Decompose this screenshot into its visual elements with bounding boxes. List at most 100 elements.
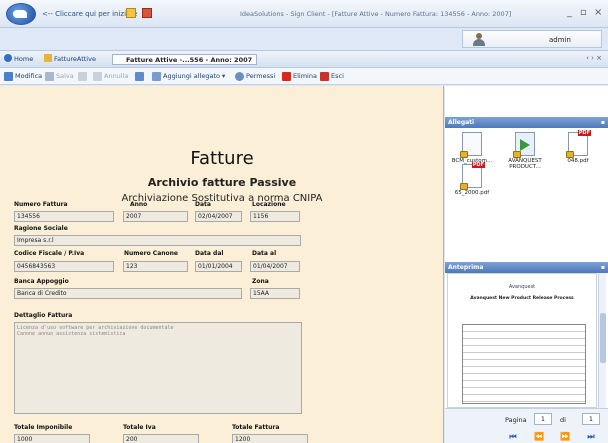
annulla-button[interactable]: Annulla (93, 71, 128, 82)
allegati-header: Allegati ▪ (445, 117, 608, 128)
start-link[interactable]: <-- Cliccare qui per iniziare (42, 10, 137, 18)
app-logo[interactable] (6, 3, 36, 25)
page-input[interactable]: 1 (534, 413, 552, 425)
pager: Pagina 1 di 1 ⏮ ⏪ ⏩ ⏭ (445, 408, 608, 443)
preview-title: Avanquest New Product Release Process (470, 296, 574, 301)
list-button[interactable] (135, 71, 146, 82)
aggiungi-allegato-button[interactable]: Aggiungi allegato ▾ (152, 71, 225, 82)
salva-label: Salva (56, 72, 74, 80)
pencil-icon (4, 72, 13, 81)
field-totale-imponibile[interactable]: 1000 (14, 434, 90, 443)
esci-label: Esci (331, 72, 344, 80)
label-codice-fiscale: Codice Fiscale / P.Iva (14, 250, 85, 257)
attachment-name: 048.pdf (567, 158, 589, 164)
copy-button[interactable] (78, 71, 89, 82)
field-zona[interactable]: 15AA (250, 288, 300, 299)
doc-subtitle: Archivio fatture Passive (147, 176, 297, 189)
next-page-icon[interactable]: ⏩ (557, 431, 573, 442)
pdf-lock-icon: PDF (566, 130, 591, 158)
field-numero-canone[interactable]: 123 (123, 261, 188, 272)
elimina-button[interactable]: Elimina (282, 71, 317, 82)
label-banca-appoggio: Banca Appoggio (14, 278, 69, 285)
pager-of: di (560, 416, 566, 424)
crumb-fatture-label: FattureAttive (54, 55, 96, 63)
username: admin (549, 36, 571, 44)
field-totale-fattura[interactable]: 1200 (232, 434, 308, 443)
field-codice-fiscale[interactable]: 0456843563 (14, 261, 114, 272)
document-lock-icon (460, 132, 482, 158)
modifica-button[interactable]: Modifica (4, 71, 42, 82)
first-page-icon[interactable]: ⏮ (505, 431, 521, 442)
save-icon (45, 72, 54, 81)
user-icon (473, 33, 485, 46)
right-pane: Allegati ▪ BCM_custom... AVANQUEST PRODU… (445, 86, 608, 443)
tools-icon[interactable] (142, 8, 152, 18)
exit-icon (320, 72, 329, 81)
folder-icon[interactable] (126, 8, 136, 18)
breadcrumb: Home FattureAttive Fatture Attive -...55… (0, 50, 608, 68)
pdf-lock-icon: PDF (460, 162, 485, 190)
field-banca-appoggio[interactable]: Banca di Credito (14, 288, 242, 299)
field-data[interactable]: 02/04/2007 (195, 211, 242, 222)
restore-button[interactable]: ▫ (580, 7, 587, 18)
label-numero-canone: Numero Canone (124, 250, 178, 257)
field-data-dal[interactable]: 01/01/2004 (195, 261, 242, 272)
page-total: 1 (582, 413, 600, 425)
permessi-label: Permessi (246, 72, 276, 80)
crumb-fatture-attive[interactable]: FattureAttive (44, 54, 96, 65)
label-totale-fattura: Totale Fattura (232, 424, 280, 431)
field-locazione[interactable]: 1156 (250, 211, 300, 222)
annulla-label: Annulla (104, 72, 129, 80)
document-preview[interactable]: Avanquest Avanquest New Product Release … (447, 273, 597, 408)
attachment-item[interactable]: BCM_custom... (447, 132, 497, 164)
home-icon (4, 54, 12, 62)
crumb-home-label: Home (14, 55, 34, 63)
undo-icon (93, 72, 102, 81)
permessi-button[interactable]: Permessi (235, 71, 275, 82)
esci-button[interactable]: Esci (320, 71, 344, 82)
field-data-al[interactable]: 01/04/2007 (250, 261, 300, 272)
label-anno: Anno (130, 201, 148, 208)
title-bar: <-- Cliccare qui per iniziare IdeaSoluti… (0, 0, 608, 28)
field-anno[interactable]: 2007 (123, 211, 188, 222)
label-numero-fattura: Numero Fattura (14, 201, 68, 208)
anteprima-title: Anteprima (448, 264, 484, 271)
last-page-icon[interactable]: ⏭ (583, 431, 599, 442)
label-data: Data (195, 201, 211, 208)
attachment-item[interactable]: PDF 048.pdf (553, 130, 603, 164)
tab-nav-arrows[interactable]: ‹ › × (586, 54, 602, 62)
window-title: IdeaSolutions - Sign Client - [Fatture A… (240, 10, 512, 18)
label-locazione: Locazione (252, 201, 286, 208)
folder-icon (44, 54, 52, 62)
minimize-button[interactable]: _ (567, 7, 572, 18)
pin-icon[interactable]: ▪ (601, 262, 605, 273)
anteprima-header: Anteprima ▪ (445, 262, 608, 273)
paperclip-icon (152, 72, 161, 81)
label-data-al: Data al (252, 250, 277, 257)
pager-label: Pagina (505, 416, 527, 424)
aggiungi-allegato-label: Aggiungi allegato (163, 72, 220, 80)
salva-button[interactable]: Salva (45, 71, 74, 82)
modifica-label: Modifica (15, 72, 43, 80)
preview-logo: Avanquest (508, 284, 536, 290)
attachment-item[interactable]: AVANQUEST PRODUCT... (500, 132, 550, 170)
crumb-home[interactable]: Home (4, 54, 33, 65)
field-dettaglio-fattura[interactable]: Licenza d'uso software per archiviazione… (14, 322, 302, 414)
label-dettaglio-fattura: Dettaglio Fattura (14, 312, 73, 319)
list-icon (135, 72, 144, 81)
attachment-item[interactable]: PDF 65_2000.pdf (447, 162, 497, 196)
copy-icon (78, 72, 87, 81)
preview-scrollbar[interactable] (598, 273, 606, 408)
prev-page-icon[interactable]: ⏪ (531, 431, 547, 442)
scroll-thumb[interactable] (600, 313, 606, 363)
allegati-title: Allegati (448, 119, 475, 126)
pin-icon[interactable]: ▪ (601, 117, 605, 128)
arrow-doc-lock-icon (513, 132, 535, 158)
user-box[interactable]: admin (462, 30, 602, 48)
field-ragione-sociale[interactable]: Impresa s.r.l (14, 235, 301, 246)
field-totale-iva[interactable]: 200 (123, 434, 199, 443)
close-button[interactable]: × (594, 7, 602, 18)
attachment-name: AVANQUEST PRODUCT... (508, 158, 542, 170)
crumb-current[interactable]: Fatture Attive -...556 - Anno: 2007 (112, 54, 258, 65)
field-numero-fattura[interactable]: 134556 (14, 211, 114, 222)
